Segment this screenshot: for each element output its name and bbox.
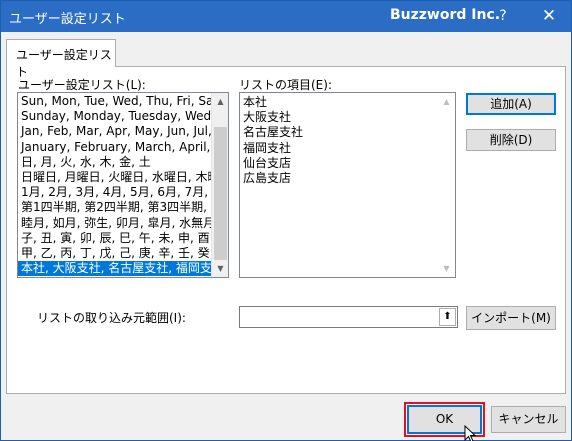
tab-label: ユーザー設定リスト [16,48,112,79]
list-item[interactable]: 睦月, 如月, 弥生, 卯月, 皐月, 水無月 [18,216,212,231]
window-title: ユーザー設定リスト [9,12,126,27]
mouse-cursor-icon [464,425,477,441]
list-item[interactable]: Sun, Mon, Tue, Wed, Thu, Fri, Sat [18,94,212,109]
list-entry-line: 本社 [243,95,268,109]
range-select-icon[interactable]: ⬆ [439,308,456,326]
import-button[interactable]: インポート(M) [466,306,556,330]
help-icon[interactable]: ? [490,5,516,27]
scroll-up-icon[interactable]: ▲ [212,93,228,110]
add-button[interactable]: 追加(A) [466,93,556,115]
title-bar: ユーザー設定リスト Buzzword Inc. ? ✕ [1,1,571,32]
list-entry-line: 名古屋支社 [243,125,304,140]
delete-button[interactable]: 削除(D) [466,129,556,151]
scroll-down-icon[interactable]: ▼ [438,260,455,277]
list-item[interactable]: January, February, March, April, May [18,140,212,155]
list-item[interactable]: 子, 丑, 寅, 卯, 辰, 巳, 午, 未, 申, 酉 [18,231,212,246]
custom-lists-dialog: ユーザー設定リスト Buzzword Inc. ? ✕ ユーザー設定リスト ユー… [0,0,572,441]
list-entries-lines: 本社 大阪支社 名古屋支社 福岡支社 仙台支店 広島支店 [240,93,455,186]
list-item[interactable]: 1月, 2月, 3月, 4月, 5月, 6月, 7月, 8月 [18,185,212,200]
list-item[interactable]: 本社, 大阪支社, 名古屋支社, 福岡支社 [18,261,212,277]
close-icon[interactable]: ✕ [529,1,569,31]
scroll-up-icon[interactable]: ▲ [438,93,455,110]
list-entry-line: 仙台支店 [243,155,292,170]
list-entry-line: 広島支店 [243,170,292,185]
import-range-label: リストの取り込み元範囲(I): [37,311,186,325]
cancel-button[interactable]: キャンセル [491,406,566,433]
list-entry-line: 大阪支社 [243,110,292,125]
custom-lists-scrollbar[interactable]: ▲ ▼ [211,93,228,277]
scroll-thumb[interactable] [214,127,227,260]
custom-lists-listbox[interactable]: Sun, Mon, Tue, Wed, Thu, Fri, Sat Sunday,… [17,92,229,278]
list-item[interactable]: 日, 月, 火, 水, 木, 金, 土 [18,155,212,170]
list-entries-textbox[interactable]: 本社 大阪支社 名古屋支社 福岡支社 仙台支店 広島支店 ▲ ▼ [239,92,456,278]
list-item[interactable]: 甲, 乙, 丙, 丁, 戊, 己, 庚, 辛, 壬, 癸 [18,246,212,261]
list-item[interactable]: 日曜日, 月曜日, 火曜日, 水曜日, 木曜日 [18,170,212,185]
list-entries-scrollbar[interactable]: ▲ ▼ [438,93,455,277]
tab-custom-lists[interactable]: ユーザー設定リスト [6,39,116,79]
list-item[interactable]: Jan, Feb, Mar, Apr, May, Jun, Jul, Aug [18,124,212,139]
list-item[interactable]: 第1四半期, 第2四半期, 第3四半期, 第4 [18,200,212,215]
brand-label: Buzzword Inc. [390,7,501,23]
list-entry-line: 福岡支社 [243,140,292,155]
scroll-down-icon[interactable]: ▼ [212,260,228,277]
custom-lists-items: Sun, Mon, Tue, Wed, Thu, Fri, Sat Sunday,… [18,94,212,277]
import-range-input[interactable]: ⬆ [239,306,458,328]
list-entries-label: リストの項目(E): [239,78,332,92]
list-item[interactable]: Sunday, Monday, Tuesday, Wednesday [18,109,212,124]
